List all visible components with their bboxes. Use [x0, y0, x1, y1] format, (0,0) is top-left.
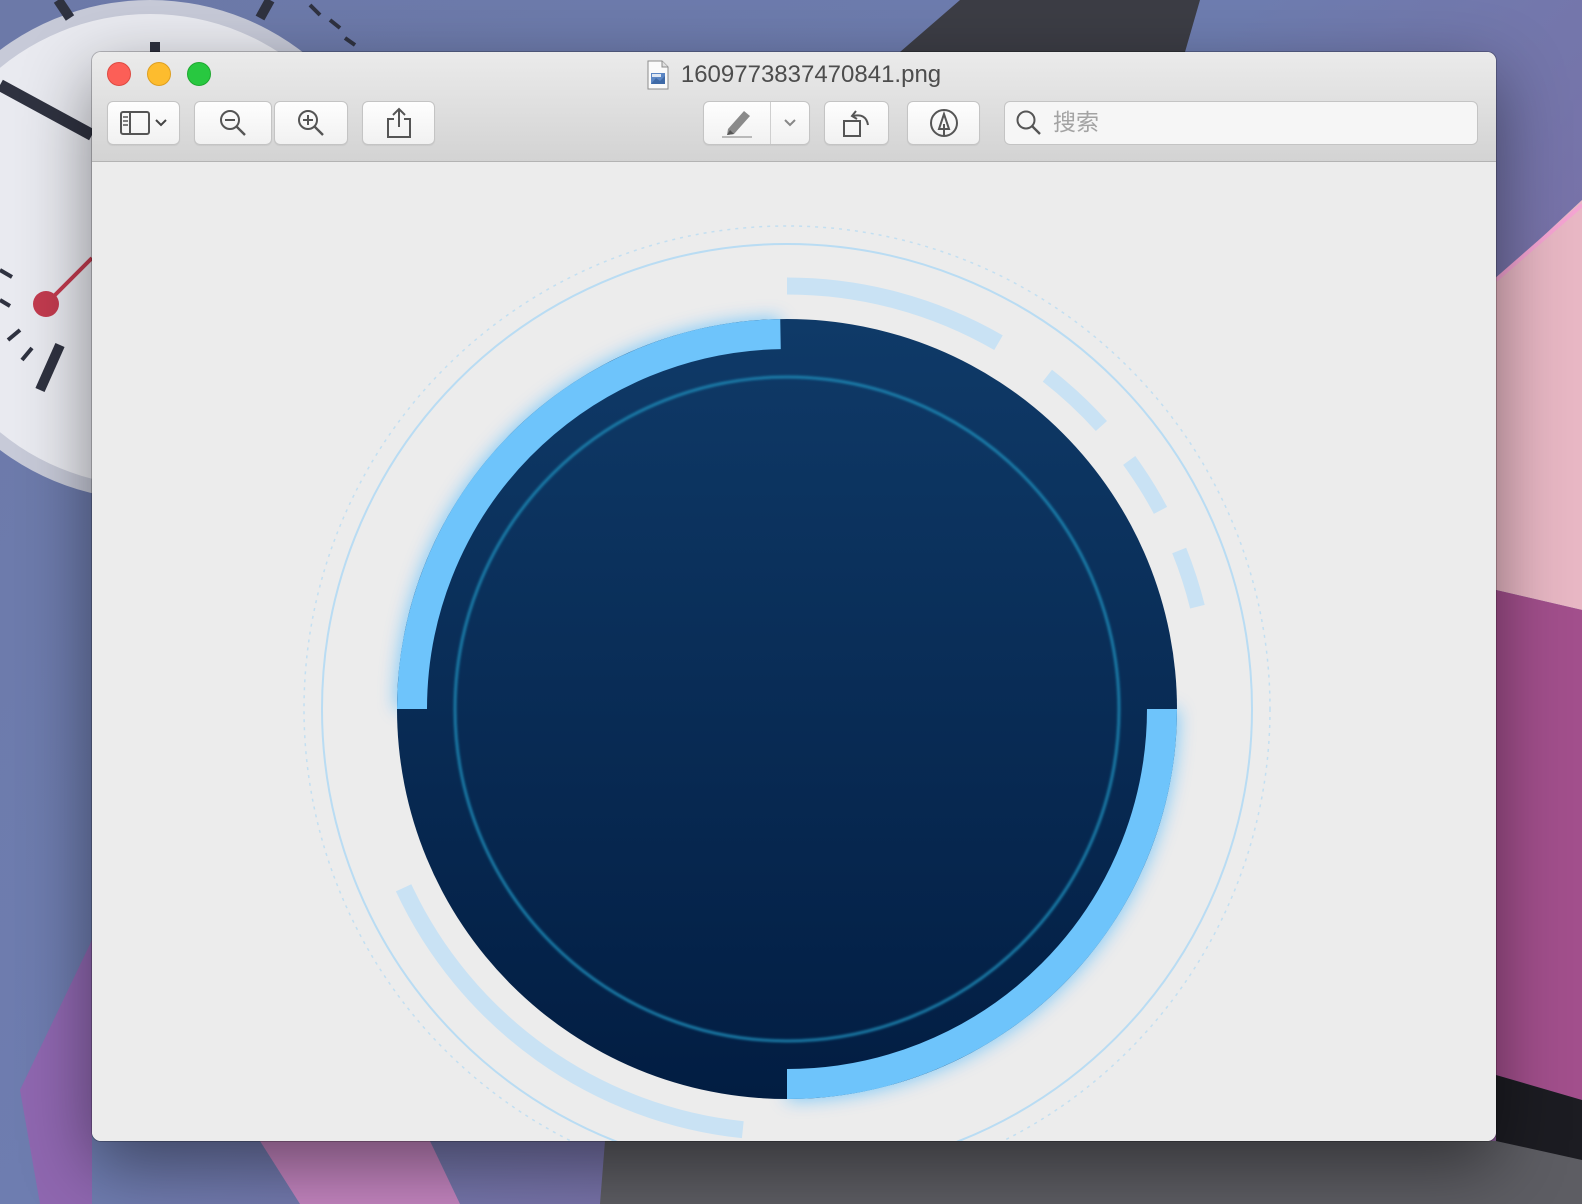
share-button[interactable] [362, 101, 435, 145]
highlighter-icon [722, 111, 752, 138]
rotate-button[interactable] [824, 101, 889, 145]
sidebar-button[interactable] [107, 101, 180, 145]
rotate-left-icon [842, 110, 869, 137]
zoom-out-button[interactable] [194, 101, 272, 145]
highlight-main[interactable] [704, 102, 770, 144]
circular-hud-frame [303, 225, 1271, 1141]
image-canvas [92, 162, 1496, 1141]
pale-arc-dash [1042, 369, 1107, 432]
markup-pen-icon [929, 109, 958, 137]
window-title-area: 1609773837470841.png [92, 60, 1496, 90]
png-document-icon [647, 60, 669, 90]
search-icon [1016, 110, 1041, 135]
highlight-button[interactable] [703, 101, 810, 145]
highlight-dropdown[interactable] [771, 102, 809, 144]
zoom-in-button[interactable] [274, 101, 348, 145]
window-title: 1609773837470841.png [680, 61, 942, 88]
search-field[interactable] [1004, 101, 1478, 145]
markup-button[interactable] [907, 101, 980, 145]
hud-rings [303, 225, 1271, 1141]
zoom-out-icon [220, 110, 246, 136]
titlebar[interactable]: 1609773837470841.png [92, 52, 1496, 162]
zoom-in-icon [298, 110, 324, 136]
pale-arc-dash [1172, 547, 1205, 609]
sidebar-icon [119, 111, 150, 135]
share-icon [386, 107, 411, 138]
chevron-down-icon [784, 119, 796, 127]
chevron-down-icon [154, 119, 167, 127]
search-input[interactable] [1051, 109, 1477, 137]
pale-arc-dash [1123, 455, 1168, 514]
preview-window: 1609773837470841.png [92, 52, 1496, 1141]
